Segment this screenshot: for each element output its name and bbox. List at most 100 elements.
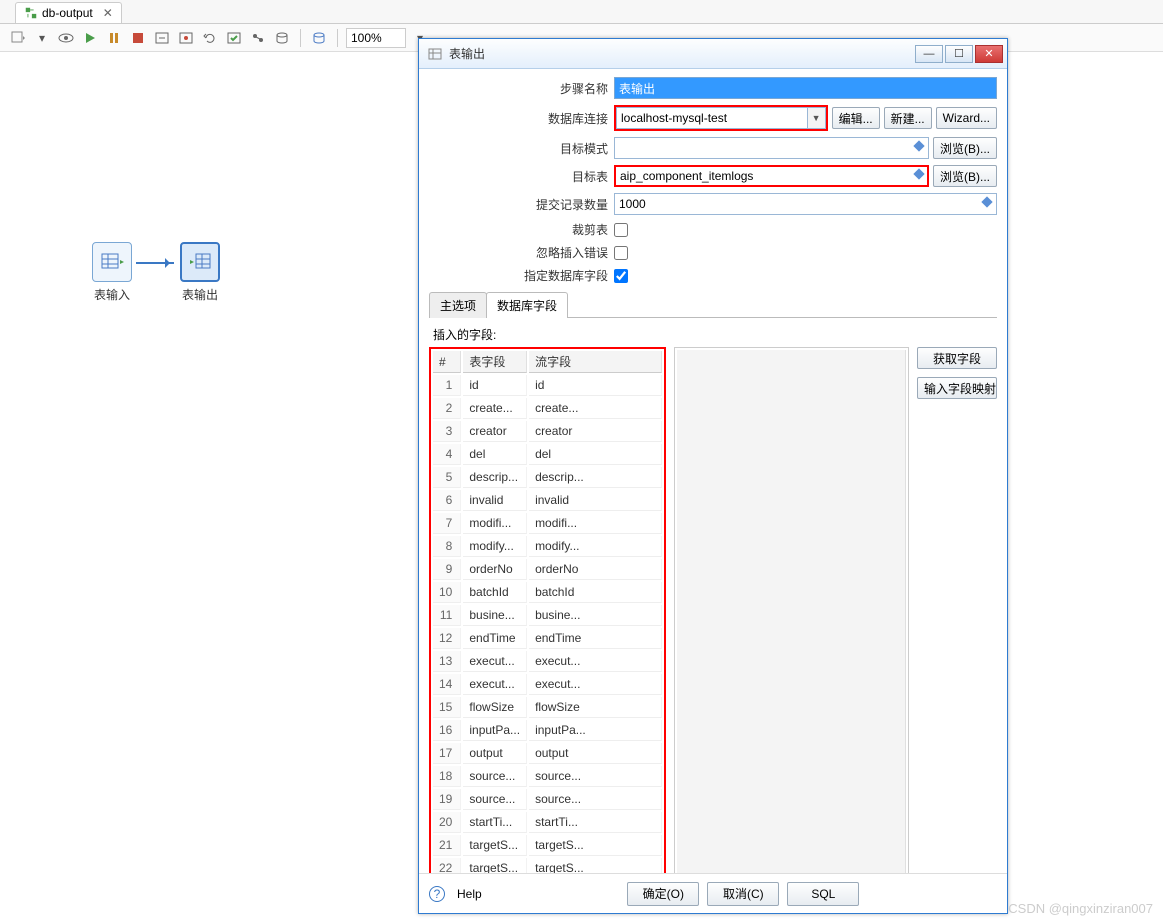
cell-table-field[interactable]: descrip... — [463, 467, 527, 488]
cell-stream-field[interactable]: batchId — [529, 582, 662, 603]
table-row[interactable]: 12endTimeendTime — [433, 628, 662, 649]
wizard-button[interactable]: Wizard... — [936, 107, 997, 129]
cell-table-field[interactable]: creator — [463, 421, 527, 442]
truncate-checkbox[interactable] — [614, 223, 628, 237]
zoom-input[interactable] — [346, 28, 406, 48]
cell-stream-field[interactable]: source... — [529, 789, 662, 810]
cell-stream-field[interactable]: del — [529, 444, 662, 465]
cell-stream-field[interactable]: targetS... — [529, 835, 662, 856]
table-row[interactable]: 21targetS...targetS... — [433, 835, 662, 856]
maximize-button[interactable]: ☐ — [945, 45, 973, 63]
table-row[interactable]: 7modifi...modifi... — [433, 513, 662, 534]
browse-table-button[interactable]: 浏览(B)... — [933, 165, 997, 187]
pause-icon[interactable] — [104, 28, 124, 48]
table-row[interactable]: 11busine...busine... — [433, 605, 662, 626]
table-row[interactable]: 16inputPa...inputPa... — [433, 720, 662, 741]
step-node-table-input[interactable]: 表输入 — [90, 242, 134, 303]
step-name-field[interactable] — [614, 77, 997, 99]
impact-icon[interactable] — [248, 28, 268, 48]
cancel-button[interactable]: 取消(C) — [707, 882, 779, 906]
table-row[interactable]: 20startTi...startTi... — [433, 812, 662, 833]
cell-table-field[interactable]: execut... — [463, 651, 527, 672]
sql-icon[interactable] — [272, 28, 292, 48]
close-tab-icon[interactable]: ✕ — [103, 6, 113, 20]
cell-table-field[interactable]: orderNo — [463, 559, 527, 580]
cell-table-field[interactable]: output — [463, 743, 527, 764]
table-row[interactable]: 8modify...modify... — [433, 536, 662, 557]
ignore-errors-checkbox[interactable] — [614, 246, 628, 260]
cell-table-field[interactable]: source... — [463, 766, 527, 787]
cell-stream-field[interactable]: descrip... — [529, 467, 662, 488]
get-fields-button[interactable]: 获取字段 — [917, 347, 997, 369]
table-row[interactable]: 1idid — [433, 375, 662, 396]
tab-main[interactable]: 主选项 — [429, 292, 487, 318]
dropdown-icon[interactable] — [8, 28, 28, 48]
field-mapping-button[interactable]: 输入字段映射 — [917, 377, 997, 399]
specify-fields-checkbox[interactable] — [614, 269, 628, 283]
minimize-button[interactable]: — — [915, 45, 943, 63]
cell-stream-field[interactable]: orderNo — [529, 559, 662, 580]
help-icon[interactable]: ? — [429, 886, 445, 902]
cell-table-field[interactable]: create... — [463, 398, 527, 419]
cell-stream-field[interactable]: source... — [529, 766, 662, 787]
ok-button[interactable]: 确定(O) — [627, 882, 699, 906]
table-row[interactable]: 19source...source... — [433, 789, 662, 810]
tab-db-fields[interactable]: 数据库字段 — [486, 292, 568, 318]
replay-icon[interactable] — [200, 28, 220, 48]
connection-input[interactable] — [616, 107, 808, 129]
browse-schema-button[interactable]: 浏览(B)... — [933, 137, 997, 159]
new-connection-button[interactable]: 新建... — [884, 107, 932, 129]
cell-table-field[interactable]: targetS... — [463, 835, 527, 856]
cell-table-field[interactable]: source... — [463, 789, 527, 810]
cell-table-field[interactable]: del — [463, 444, 527, 465]
cell-stream-field[interactable]: execut... — [529, 651, 662, 672]
cell-table-field[interactable]: endTime — [463, 628, 527, 649]
chevron-down-icon[interactable]: ▾ — [32, 28, 52, 48]
dialog-titlebar[interactable]: 表输出 — ☐ ✕ — [419, 39, 1007, 69]
fields-table[interactable]: # 表字段 流字段 1idid2create...create...3creat… — [429, 347, 666, 883]
cell-stream-field[interactable]: flowSize — [529, 697, 662, 718]
table-row[interactable]: 13execut...execut... — [433, 651, 662, 672]
cell-stream-field[interactable]: endTime — [529, 628, 662, 649]
schema-field[interactable] — [614, 137, 929, 159]
explore-db-icon[interactable] — [309, 28, 329, 48]
table-row[interactable]: 3creatorcreator — [433, 421, 662, 442]
cell-table-field[interactable]: inputPa... — [463, 720, 527, 741]
cell-table-field[interactable]: busine... — [463, 605, 527, 626]
table-row[interactable]: 14execut...execut... — [433, 674, 662, 695]
cell-stream-field[interactable]: inputPa... — [529, 720, 662, 741]
help-link[interactable]: Help — [457, 887, 482, 901]
cell-stream-field[interactable]: modifi... — [529, 513, 662, 534]
close-button[interactable]: ✕ — [975, 45, 1003, 63]
connection-combo[interactable]: ▼ — [614, 105, 828, 131]
cell-table-field[interactable]: flowSize — [463, 697, 527, 718]
table-row[interactable]: 18source...source... — [433, 766, 662, 787]
table-row[interactable]: 17outputoutput — [433, 743, 662, 764]
cell-table-field[interactable]: id — [463, 375, 527, 396]
table-row[interactable]: 10batchIdbatchId — [433, 582, 662, 603]
cell-stream-field[interactable]: id — [529, 375, 662, 396]
cell-table-field[interactable]: modifi... — [463, 513, 527, 534]
cell-stream-field[interactable]: invalid — [529, 490, 662, 511]
cell-stream-field[interactable]: busine... — [529, 605, 662, 626]
table-row[interactable]: 5descrip...descrip... — [433, 467, 662, 488]
cell-table-field[interactable]: execut... — [463, 674, 527, 695]
eye-icon[interactable] — [56, 28, 76, 48]
table-row[interactable]: 4deldel — [433, 444, 662, 465]
cell-stream-field[interactable]: modify... — [529, 536, 662, 557]
cell-table-field[interactable]: startTi... — [463, 812, 527, 833]
debug-icon[interactable] — [176, 28, 196, 48]
table-row[interactable]: 9orderNoorderNo — [433, 559, 662, 580]
cell-table-field[interactable]: batchId — [463, 582, 527, 603]
table-row[interactable]: 2create...create... — [433, 398, 662, 419]
target-table-field[interactable] — [614, 165, 929, 187]
step-node-table-output[interactable]: 表输出 — [178, 242, 222, 303]
run-icon[interactable] — [80, 28, 100, 48]
stop-icon[interactable] — [128, 28, 148, 48]
cell-stream-field[interactable]: execut... — [529, 674, 662, 695]
table-row[interactable]: 15flowSizeflowSize — [433, 697, 662, 718]
cell-table-field[interactable]: modify... — [463, 536, 527, 557]
preview-icon[interactable] — [152, 28, 172, 48]
cell-stream-field[interactable]: creator — [529, 421, 662, 442]
cell-stream-field[interactable]: output — [529, 743, 662, 764]
